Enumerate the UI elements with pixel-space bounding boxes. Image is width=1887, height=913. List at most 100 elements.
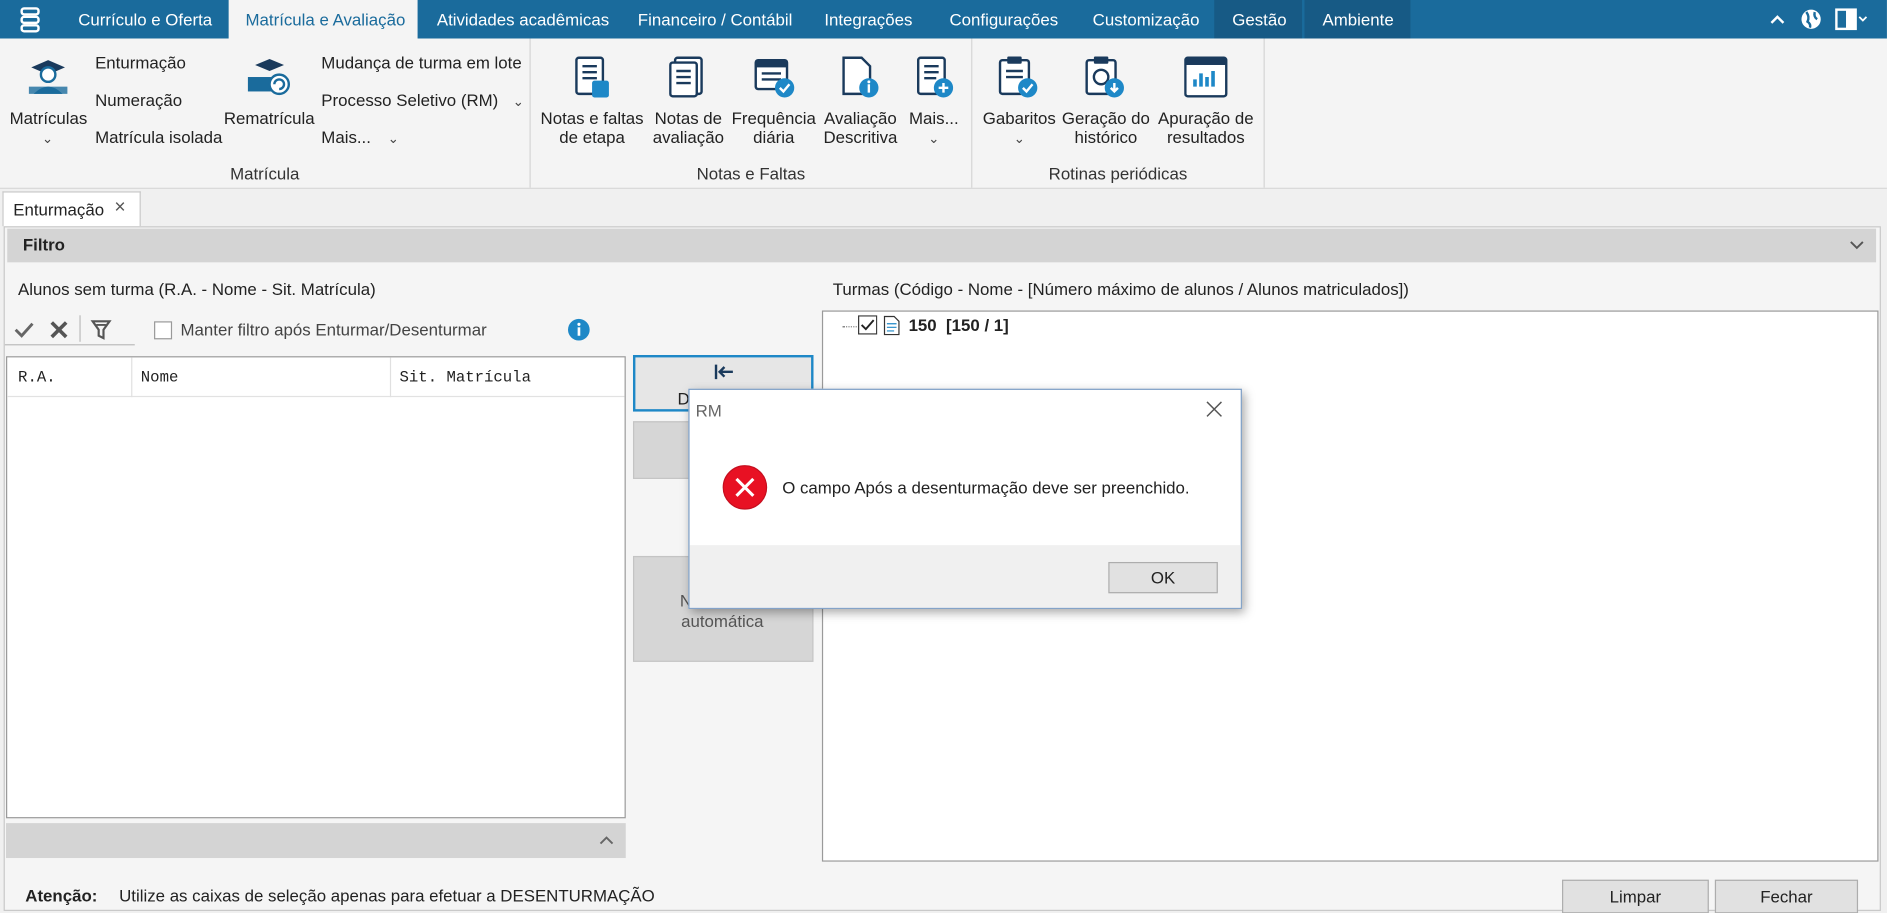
matriculas-icon [26,58,69,100]
notas-mais-button[interactable]: Mais... ⌄ [903,108,966,149]
chevron-down-icon: ⌄ [928,132,940,147]
notas-avaliacao-button[interactable]: Notas de avaliação [650,108,727,147]
toolbar-underline [4,344,135,346]
tab-atividades-academicas[interactable]: Atividades acadêmicas [420,0,617,39]
column-nome[interactable]: Nome [141,368,179,386]
notas-mais-label: Mais... [909,108,959,128]
error-dialog: RM O campo Após a desenturmação deve ser… [688,388,1242,609]
geracao-historico-label-2: histórico [1074,127,1138,147]
tab-integracoes[interactable]: Integrações [806,0,929,39]
tree-item-150[interactable]: 150 [150 / 1] [909,315,1009,334]
chevron-down-icon: ⌄ [512,95,524,110]
tab-configuracoes[interactable]: Configurações [931,0,1072,39]
column-sit-matricula[interactable]: Sit. Matrícula [400,368,531,386]
info-icon[interactable] [567,318,591,346]
limpar-button[interactable]: Limpar [1562,879,1709,913]
matricula-isolada-button[interactable]: Matrícula isolada [95,128,222,147]
matricula-mais-button[interactable]: Mais... ⌄ [321,128,399,147]
geracao-historico-button[interactable]: Geração do histórico [1061,108,1150,147]
right-pane-title: Turmas (Código - Nome - [Número máximo d… [832,279,1409,299]
filter-icon[interactable] [89,318,113,346]
notas-avaliacao-label-2: avaliação [652,127,724,147]
filter-bar[interactable]: Filtro [7,228,1877,263]
chevron-down-icon: ⌄ [387,132,399,147]
dialog-title: RM [695,400,722,420]
mudanca-turma-lote-button[interactable]: Mudança de turma em lote [321,53,521,72]
rematricula-icon [245,58,291,100]
document-add-icon [915,55,956,102]
column-divider [389,357,392,398]
apuracao-resultados-label-2: resultados [1166,127,1245,147]
tab-customizacao[interactable]: Customização [1075,0,1212,39]
ok-button[interactable]: OK [1108,561,1218,594]
chevron-up-icon[interactable] [598,830,615,853]
notas-avaliacao-icon [669,55,708,102]
notas-faltas-etapa-label-2: de etapa [559,127,625,147]
document-icon [883,315,900,339]
notas-faltas-etapa-button[interactable]: Notas e faltas de etapa [539,108,645,147]
attention-label: Atenção: [25,885,98,905]
students-grid[interactable]: R.A. Nome Sit. Matrícula [6,356,626,819]
tab-matricula-avaliacao[interactable]: Matrícula e Avaliação [228,0,418,39]
grid-header: R.A. Nome Sit. Matrícula [7,357,625,398]
ribbon-group-matricula-title: Matrícula [230,163,300,183]
matriculas-button[interactable]: Matrículas ⌄ [9,108,88,149]
notas-avaliacao-label-1: Notas de [654,108,723,128]
geracao-historico-label-1: Geração do [1061,108,1150,128]
filter-label: Filtro [22,234,65,254]
frequencia-diaria-button[interactable]: Frequência diária [730,108,817,147]
apuracao-resultados-button[interactable]: Apuração de resultados [1155,108,1256,147]
tree-checkbox-150[interactable] [858,315,878,338]
x-icon[interactable] [47,318,71,346]
tab-financeiro-contabil[interactable]: Financeiro / Contábil [620,0,804,39]
notas-faltas-icon [573,55,612,102]
arrow-left-bar-icon [712,362,736,385]
chevron-down-icon: ⌄ [1013,132,1025,147]
keep-filter-checkbox[interactable] [154,321,173,340]
clipboard-check-icon [996,55,1039,102]
column-ra[interactable]: R.A. [18,368,56,386]
numeracao-button[interactable]: Numeração [95,90,182,109]
document-info-icon [840,55,881,102]
left-pane-title: Alunos sem turma (R.A. - Nome - Sit. Mat… [18,279,376,299]
chevron-up-icon[interactable] [1769,7,1786,37]
processo-seletivo-label: Processo Seletivo (RM) [321,90,499,110]
gabaritos-button[interactable]: Gabaritos ⌄ [981,108,1058,149]
ribbon-divider [1263,38,1265,188]
keep-filter-label: Manter filtro após Enturmar/Desenturmar [180,320,487,340]
rematricula-button[interactable]: Rematrícula [224,108,315,127]
tab-enturmacao-label: Enturmação [13,199,105,220]
processo-seletivo-button[interactable]: Processo Seletivo (RM) ⌄ [321,90,523,109]
left-pane-collapse-bar[interactable] [6,823,626,859]
column-divider [131,357,133,398]
enturmacao-button[interactable]: Enturmação [95,53,186,72]
toolbar-separator [79,315,81,342]
notas-faltas-etapa-label-1: Notas e faltas [540,108,644,128]
matricula-mais-label: Mais... [321,127,371,147]
close-icon[interactable] [1205,400,1224,423]
avaliacao-descritiva-button[interactable]: Avaliação Descritiva [821,108,900,147]
fechar-button[interactable]: Fechar [1714,879,1859,913]
tab-gestao[interactable]: Gestão [1214,0,1303,39]
gabaritos-label: Gabaritos [982,108,1056,128]
frequencia-diaria-label-2: diária [753,127,795,147]
top-menu-bar: Currículo e Oferta Matrícula e Avaliação… [0,0,1887,39]
frequencia-diaria-label-1: Frequência [731,108,816,128]
app-menu-icon[interactable] [19,6,41,38]
layout-icon[interactable] [1834,7,1868,37]
tab-ambiente[interactable]: Ambiente [1304,0,1411,39]
dialog-footer: OK [689,545,1241,608]
ribbon: Matrículas ⌄ Enturmação Numeração Matrícu… [0,38,1887,189]
calendar-check-icon [753,55,796,102]
tab-curriculo-oferta[interactable]: Currículo e Oferta [60,0,226,39]
chevron-down-icon: ⌄ [41,132,54,147]
chart-monitor-icon [1184,55,1228,102]
tab-enturmacao[interactable]: Enturmação × [2,191,141,227]
globe-icon[interactable] [1799,7,1823,37]
apuracao-resultados-label-1: Apuração de [1158,108,1254,128]
close-icon[interactable]: × [114,197,125,219]
check-icon[interactable] [12,318,36,346]
matriculas-label: Matrículas [9,108,88,128]
error-icon [722,465,768,514]
chevron-down-icon[interactable] [1848,235,1865,258]
